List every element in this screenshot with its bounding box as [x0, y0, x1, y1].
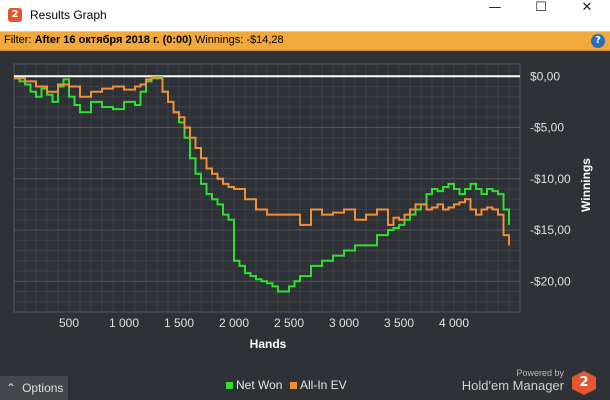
legend-all-in-ev[interactable]: All-In EV [290, 378, 347, 392]
chart-series [14, 76, 510, 293]
y-tick-label: -$5,00 [530, 121, 564, 135]
y-tick-label: -$20,00 [530, 274, 571, 288]
options-label: Options [22, 381, 64, 395]
y-tick-label: $0,00 [530, 69, 560, 83]
brand-name: Hold'em Manager [461, 378, 564, 393]
net-won-swatch [226, 382, 233, 390]
y-tick-label: -$15,00 [530, 223, 571, 237]
x-tick-label: 4 000 [439, 316, 469, 330]
y-axis-ticks: $0,00 -$5,00 -$10,00 -$15,00 -$20,00 [530, 69, 571, 288]
legend-net-won[interactable]: Net Won [226, 378, 282, 392]
x-tick-label: 3 500 [384, 316, 414, 330]
hem-logo-icon: 2 [572, 371, 596, 395]
x-tick-label: 3 000 [329, 316, 359, 330]
x-tick-label: 2 000 [219, 316, 249, 330]
x-tick-label: 2 500 [274, 316, 304, 330]
chevron-up-icon: ⌃ [6, 381, 17, 395]
x-axis-label: Hands [250, 337, 287, 351]
y-tick-label: -$10,00 [530, 172, 571, 186]
x-tick-label: 1 500 [164, 316, 194, 330]
powered-by-text: Powered by [516, 368, 564, 378]
series-net-won [14, 76, 510, 293]
x-tick-label: 500 [59, 316, 79, 330]
results-chart: 500 1 000 1 500 2 000 2 500 3 000 3 500 4 000 $… [13, 63, 593, 351]
legend-net-won-label: Net Won [236, 378, 283, 392]
x-tick-label: 1 000 [109, 316, 139, 330]
options-button[interactable]: ⌃ Options [0, 376, 68, 400]
all-in-ev-swatch [290, 382, 297, 390]
legend-all-in-ev-label: All-In EV [300, 378, 347, 392]
brand-block: Powered by Hold'em Manager 2 [460, 368, 600, 398]
x-axis-ticks: 500 1 000 1 500 2 000 2 500 3 000 3 500 4 000 [59, 316, 469, 330]
y-axis-label: Winnings [579, 158, 593, 212]
